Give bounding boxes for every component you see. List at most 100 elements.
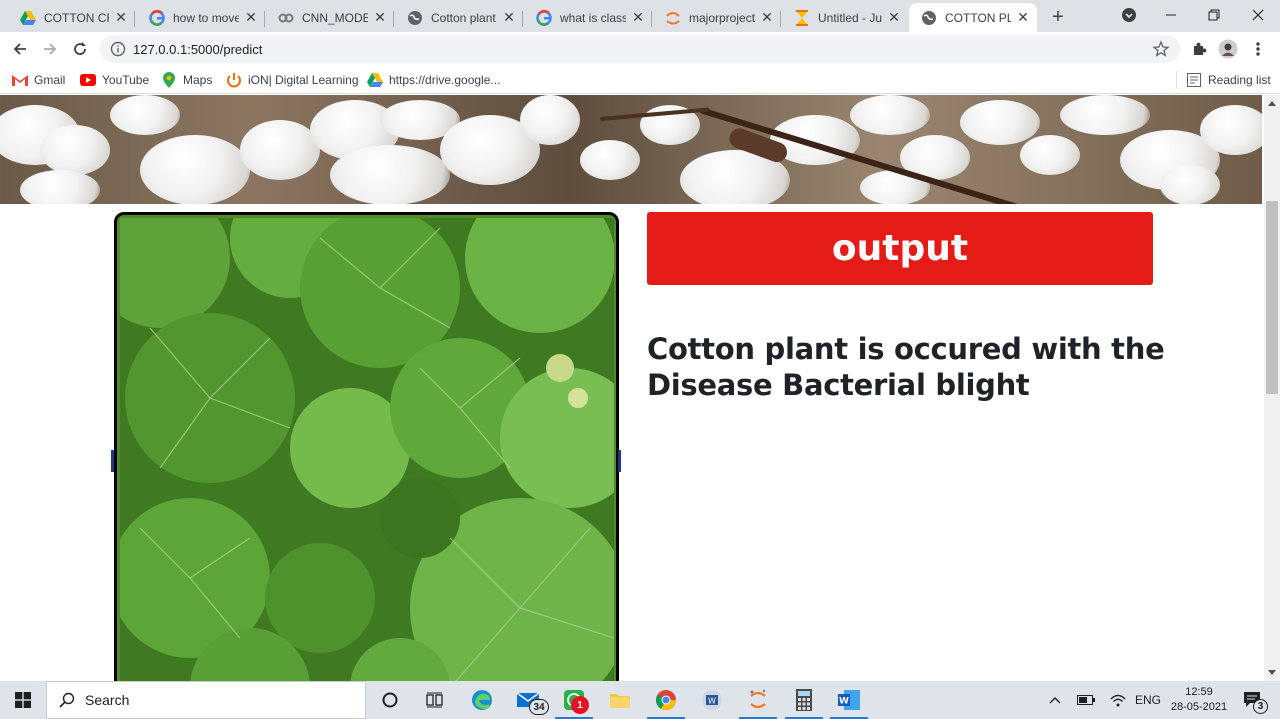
language-indicator[interactable]: ENG [1133, 681, 1163, 719]
tab-title: CNN_MODEL [302, 10, 368, 25]
tab-title: what is classif [560, 10, 626, 25]
windows-start-icon[interactable] [0, 681, 46, 719]
search-label: Search [85, 692, 130, 708]
tab-close-icon[interactable]: ✕ [113, 9, 129, 26]
whatsapp-unread-badge: 1 [571, 696, 589, 714]
taskbar-search-box[interactable]: Search [46, 681, 366, 719]
bookmarks-bar: Gmail YouTube Maps iON| Digital Learning… [0, 66, 1280, 94]
tab-close-icon[interactable]: ✕ [243, 9, 259, 26]
system-clock[interactable]: 12:59 28-05-2021 [1163, 685, 1235, 715]
task-view-icon[interactable] [412, 681, 458, 719]
notification-count-badge: 3 [1253, 699, 1268, 714]
reload-icon[interactable] [67, 36, 93, 62]
microsoft-word-icon[interactable]: W [826, 681, 872, 719]
tab-close-icon[interactable]: ✕ [372, 9, 388, 26]
ion-icon [226, 72, 242, 88]
new-tab-plus-icon[interactable]: + [1046, 5, 1070, 29]
tab-title: majorproject/ [689, 10, 755, 25]
scroll-down-arrow-icon[interactable] [1268, 670, 1276, 675]
url-text: 127.0.0.1:5000/predict [133, 42, 263, 57]
output-button[interactable]: output [647, 212, 1153, 285]
tab-close-icon[interactable]: ✕ [759, 9, 775, 26]
tab-cnn-model[interactable]: CNN_MODEL ✕ [266, 3, 394, 32]
tab-title: COTTON CRO [44, 10, 109, 25]
clock-time: 12:59 [1185, 686, 1213, 698]
svg-text:W: W [839, 697, 849, 707]
site-info-icon[interactable] [110, 41, 126, 57]
bookmark-youtube[interactable]: YouTube [80, 71, 149, 89]
mail-icon[interactable]: 34 [505, 681, 551, 719]
word-doc-app-icon[interactable]: W [689, 681, 735, 719]
profile-avatar-icon[interactable] [1218, 39, 1238, 59]
bookmark-label: YouTube [102, 73, 150, 87]
tab-title: COTTON PLA [945, 10, 1011, 25]
reading-list-label: Reading list [1208, 73, 1271, 87]
forward-arrow-icon[interactable] [37, 36, 63, 62]
tab-cotton-crop[interactable]: COTTON CRO ✕ [8, 3, 135, 32]
bookmark-ion-digital-learning[interactable]: iON| Digital Learning [226, 71, 359, 89]
tab-cotton-plant[interactable]: Cotton plant ✕ [395, 3, 523, 32]
bookmark-label: https://drive.google... [389, 73, 501, 87]
extensions-puzzle-icon[interactable] [1189, 39, 1209, 59]
restore-icon[interactable] [1193, 0, 1235, 30]
tab-search-icon[interactable] [1108, 0, 1150, 30]
globe-icon [407, 10, 423, 26]
page-viewport: output Cotton plant is occured with the … [0, 95, 1264, 681]
jupyter-icon [665, 10, 681, 26]
tab-title: Cotton plant [431, 10, 496, 25]
windows-taskbar: Search 34 1 W W ENG 12:59 28-05-2021 3 [0, 681, 1280, 719]
tab-how-to-move[interactable]: how to move ✕ [137, 3, 265, 32]
notification-center-icon[interactable]: 3 [1238, 681, 1268, 719]
battery-icon[interactable] [1074, 681, 1098, 719]
tab-majorproject[interactable]: majorproject/ ✕ [653, 3, 781, 32]
cotton-field-banner-image [0, 95, 1262, 204]
back-arrow-icon[interactable] [7, 36, 33, 62]
google-drive-icon [20, 10, 36, 26]
bookmark-google-drive[interactable]: https://drive.google... [367, 71, 500, 89]
google-icon [536, 9, 552, 26]
wifi-icon[interactable] [1106, 681, 1130, 719]
google-icon [149, 9, 165, 26]
tab-untitled-jupyter[interactable]: Untitled - Jup ✕ [782, 3, 908, 32]
frame-resize-handle-right[interactable] [618, 450, 621, 472]
cortana-circle-icon[interactable] [367, 681, 413, 719]
tray-chevron-up-icon[interactable] [1045, 681, 1065, 719]
reading-list-button[interactable]: Reading list [1186, 71, 1271, 89]
tab-close-icon[interactable]: ✕ [1015, 9, 1031, 26]
tab-strip: COTTON CRO ✕ how to move ✕ CNN_MODEL ✕ C… [0, 0, 1280, 32]
bookmark-label: iON| Digital Learning [248, 73, 359, 87]
colab-icon [278, 10, 294, 26]
address-bar[interactable]: 127.0.0.1:5000/predict [100, 35, 1180, 63]
bookmark-star-icon[interactable] [1152, 40, 1170, 58]
vertical-scrollbar[interactable] [1264, 95, 1280, 681]
tab-title: how to move [173, 10, 239, 25]
chrome-icon[interactable] [643, 681, 689, 719]
file-explorer-icon[interactable] [597, 681, 643, 719]
svg-text:W: W [708, 697, 716, 706]
tab-cotton-plant-active[interactable]: COTTON PLA ✕ [909, 3, 1037, 32]
chrome-menu-icon[interactable] [1248, 39, 1268, 59]
prediction-result-text: Cotton plant is occured with the Disease… [647, 332, 1165, 402]
edge-browser-icon[interactable] [459, 681, 505, 719]
minimize-icon[interactable] [1150, 0, 1192, 30]
tab-close-icon[interactable]: ✕ [630, 9, 646, 26]
close-window-icon[interactable] [1237, 0, 1279, 30]
clock-date: 28-05-2021 [1170, 701, 1228, 713]
youtube-icon [80, 72, 96, 88]
globe-icon [921, 10, 937, 26]
tab-what-is-classification[interactable]: what is classif ✕ [524, 3, 652, 32]
scrollbar-thumb[interactable] [1266, 201, 1278, 394]
jupyter-app-icon[interactable] [735, 681, 781, 719]
uploaded-leaf-image [114, 212, 619, 681]
whatsapp-icon[interactable]: 1 [551, 681, 597, 719]
bookmark-label: Gmail [34, 73, 66, 87]
bookmark-maps[interactable]: Maps [161, 71, 212, 89]
scroll-up-arrow-icon[interactable] [1268, 101, 1276, 106]
tab-close-icon[interactable]: ✕ [886, 9, 902, 26]
tab-close-icon[interactable]: ✕ [501, 9, 517, 26]
search-icon [59, 692, 75, 708]
hourglass-icon [794, 9, 810, 26]
bookmark-gmail[interactable]: Gmail [12, 71, 65, 89]
maps-icon [161, 72, 177, 88]
calculator-icon[interactable] [781, 681, 827, 719]
